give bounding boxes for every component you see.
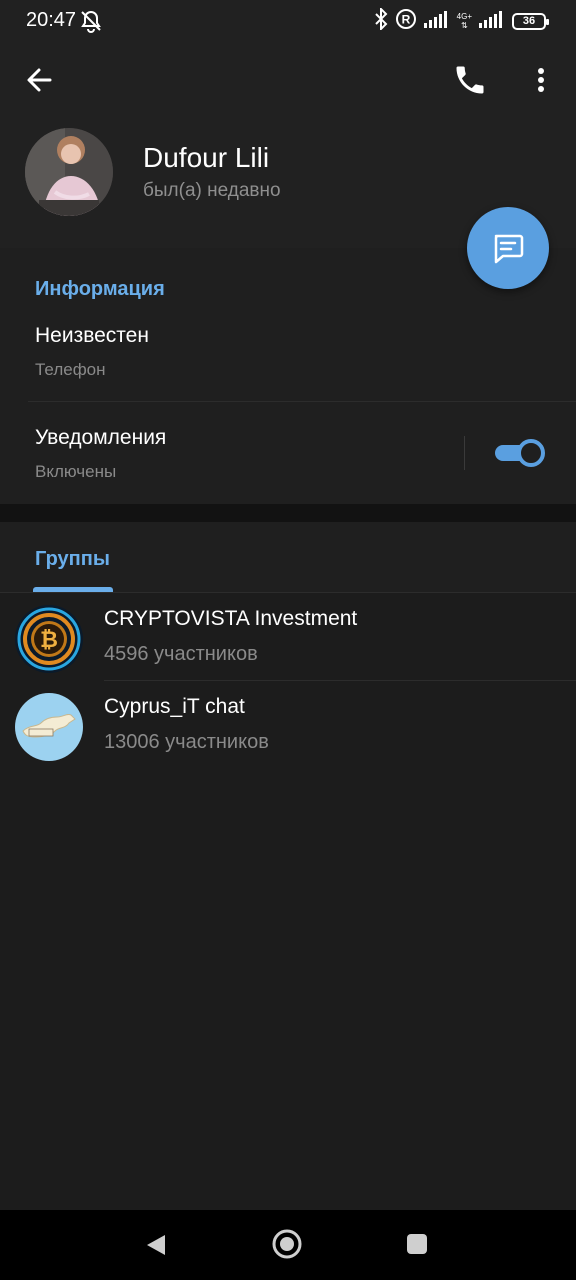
info-section-title: Информация	[35, 278, 165, 300]
network-type: 4G+ ⇅	[457, 12, 472, 30]
group-members: 13006 участников	[104, 731, 269, 753]
info-section: Информация Неизвестен Телефон Уведомлени…	[0, 248, 576, 504]
svg-text:₿: ₿	[40, 628, 58, 653]
message-icon	[494, 234, 524, 264]
send-message-button[interactable]	[467, 207, 549, 289]
group-members: 4596 участников	[104, 643, 258, 665]
phone-label: Телефон	[35, 360, 106, 379]
more-vert-icon[interactable]	[526, 62, 556, 98]
avatar[interactable]	[25, 128, 113, 216]
profile-last-seen: был(а) недавно	[143, 180, 281, 201]
bluetooth-icon	[374, 6, 388, 35]
notifications-toggle[interactable]	[495, 439, 545, 467]
signal-icon	[423, 10, 450, 33]
status-time: 20:47	[26, 9, 77, 31]
nav-home-icon[interactable]	[270, 1227, 304, 1266]
notifications-row[interactable]: Уведомления Включены	[0, 402, 460, 502]
phone-icon[interactable]	[452, 62, 488, 98]
groups-section: Группы ₿ CRYPTOVISTA Investment 4596 уча…	[0, 522, 576, 1210]
phone-row[interactable]: Неизвестен Телефон	[0, 310, 576, 402]
group-avatar	[15, 693, 83, 761]
toggle-knob	[517, 439, 545, 467]
tab-indicator	[33, 587, 113, 592]
bell-off-icon	[80, 9, 102, 38]
list-item[interactable]: Cyprus_iT chat 13006 участников	[0, 681, 576, 769]
group-name: Cyprus_iT chat	[104, 695, 245, 718]
data-arrows-icon: ⇅	[460, 21, 468, 30]
status-bar: 20:47 R 4G+ ⇅ 36	[0, 0, 576, 42]
phone-value: Неизвестен	[35, 324, 149, 347]
tab-bar: Группы	[0, 522, 576, 593]
nav-recents-icon[interactable]	[405, 1232, 429, 1261]
section-gap	[0, 504, 576, 522]
svg-text:R: R	[401, 12, 410, 26]
list-item[interactable]: ₿ CRYPTOVISTA Investment 4596 участников	[0, 593, 576, 681]
vertical-divider	[464, 436, 465, 470]
profile-name: Dufour Lili	[143, 142, 270, 173]
network-label: 4G+	[456, 12, 472, 21]
back-arrow-icon[interactable]	[22, 62, 58, 98]
notifications-title: Уведомления	[35, 426, 167, 449]
signal-icon	[479, 10, 505, 33]
registered-icon: R	[395, 8, 417, 35]
nav-back-icon[interactable]	[143, 1232, 169, 1263]
battery-icon: 36	[512, 12, 549, 30]
system-nav-bar	[0, 1210, 576, 1280]
group-name: CRYPTOVISTA Investment	[104, 607, 358, 630]
notifications-state: Включены	[35, 462, 117, 481]
group-avatar: ₿	[15, 605, 83, 673]
tab-groups[interactable]: Группы	[35, 548, 110, 571]
